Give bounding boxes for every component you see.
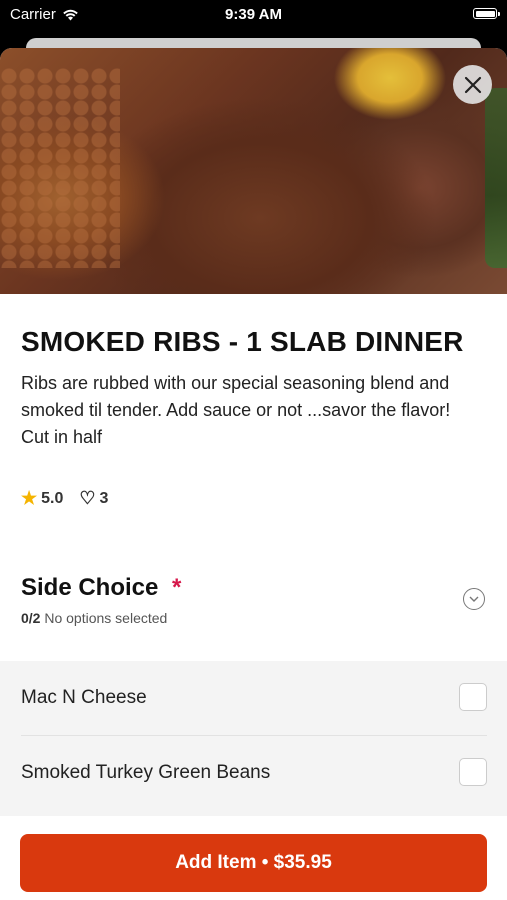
chevron-down-icon[interactable] (463, 588, 485, 610)
star-icon: ★ (21, 488, 38, 508)
chevron-glyph (469, 596, 479, 602)
option-checkbox[interactable] (459, 758, 487, 786)
section-title-side-choice: Side Choice (21, 574, 159, 601)
side-choice-options: Mac N Cheese Smoked Turkey Green Beans (0, 661, 507, 816)
hero-image-beans (0, 68, 120, 268)
add-item-button[interactable]: Add Item • $35.95 (20, 834, 487, 892)
status-time: 9:39 AM (225, 6, 282, 23)
required-asterisk: * (172, 574, 182, 601)
item-detail-sheet: SMOKED RIBS - 1 SLAB DINNER Ribs are rub… (0, 48, 507, 900)
close-icon (464, 76, 481, 93)
status-bar: Carrier 9:39 AM (0, 0, 507, 30)
battery-icon (473, 8, 500, 19)
item-stats: ★ 5.0 ♡ 3 (21, 488, 108, 509)
close-button[interactable] (453, 65, 492, 104)
rating-value: 5.0 (41, 489, 64, 507)
hero-image-garnish (485, 88, 507, 268)
item-description-line: Cut in half (21, 427, 103, 447)
likes-count: 3 (99, 489, 109, 507)
item-title: SMOKED RIBS - 1 SLAB DINNER (21, 326, 464, 357)
option-checkbox[interactable] (459, 683, 487, 711)
footer-bar: Add Item • $35.95 (0, 816, 507, 900)
item-description: Ribs are rubbed with our special seasoni… (21, 370, 491, 451)
section-selection-status: 0/2 No options selected (21, 610, 167, 626)
option-label: Smoked Turkey Green Beans (21, 762, 271, 783)
selection-count: 0/2 (21, 610, 41, 626)
heart-icon[interactable]: ♡ (79, 488, 95, 509)
option-row[interactable]: Mac N Cheese (0, 661, 507, 736)
option-label: Mac N Cheese (21, 687, 147, 708)
option-row[interactable]: Smoked Turkey Green Beans (0, 736, 507, 810)
item-description-line: Ribs are rubbed with our special seasoni… (21, 373, 451, 420)
selection-status-text: No options selected (44, 610, 168, 626)
item-hero-image (0, 48, 507, 294)
